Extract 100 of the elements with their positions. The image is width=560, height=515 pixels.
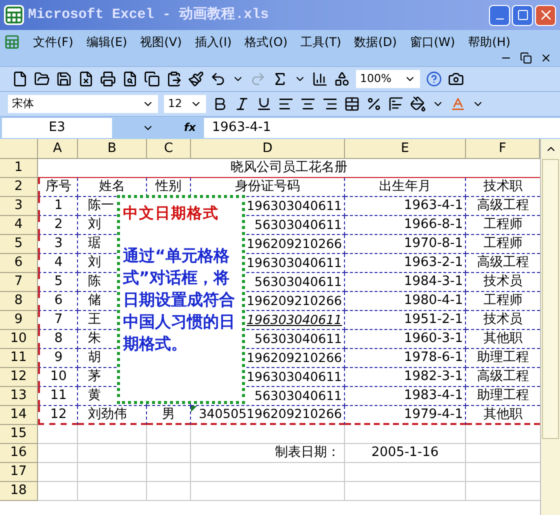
camera-icon[interactable] — [448, 71, 464, 87]
paste-icon[interactable] — [166, 71, 182, 87]
font-combo[interactable]: 宋体 — [8, 95, 158, 113]
column-header[interactable]: B — [78, 139, 147, 159]
empty-cell[interactable] — [147, 482, 191, 501]
empty-cell[interactable] — [345, 482, 466, 501]
menu-item[interactable]: 编辑(E) — [86, 33, 128, 51]
row-header[interactable]: 1 — [0, 159, 38, 178]
chart-icon[interactable] — [312, 71, 328, 87]
row-header[interactable]: 15 — [0, 425, 38, 444]
column-header[interactable]: A — [38, 139, 78, 159]
empty-cell[interactable] — [191, 425, 345, 444]
row-header[interactable]: 9 — [0, 311, 38, 330]
row-header[interactable]: 10 — [0, 330, 38, 349]
menu-item[interactable]: 文件(F) — [33, 33, 74, 51]
table-cell-text: 196209210266 — [246, 292, 343, 310]
row-header[interactable]: 6 — [0, 254, 38, 273]
table-cell-text: 56303040611 — [254, 216, 343, 234]
formula-field[interactable]: 1963-4-1 — [204, 118, 560, 138]
table-cell-text: 黄 — [87, 387, 102, 405]
percent-icon[interactable] — [366, 96, 382, 112]
row-header[interactable]: 18 — [0, 482, 38, 501]
table-cell-text: 196209210266 — [246, 235, 343, 253]
copy-icon[interactable] — [144, 71, 160, 87]
menu-item[interactable]: 插入(I) — [194, 33, 232, 51]
row-header[interactable]: 2 — [0, 178, 38, 197]
empty-cell[interactable] — [191, 482, 345, 501]
open-icon[interactable] — [34, 71, 50, 87]
menu-item[interactable]: 视图(V) — [140, 33, 182, 51]
save-icon[interactable] — [56, 71, 72, 87]
row-header[interactable]: 5 — [0, 235, 38, 254]
undo-icon[interactable] — [210, 71, 226, 87]
empty-cell[interactable] — [191, 463, 345, 482]
align-left-icon[interactable] — [278, 96, 294, 112]
empty-cell[interactable] — [147, 425, 191, 444]
empty-cell[interactable] — [78, 463, 147, 482]
row-header[interactable]: 11 — [0, 349, 38, 368]
table-cell-text: 12 — [49, 406, 68, 423]
restore-icon[interactable] — [520, 52, 532, 64]
table-cell-text: 196303040611 — [246, 311, 343, 329]
menu-item[interactable]: 工具(T) — [300, 33, 342, 51]
row-header[interactable]: 3 — [0, 197, 38, 216]
align-center-icon[interactable] — [300, 96, 316, 112]
menu-item[interactable]: 格式(O) — [244, 33, 288, 51]
footer-date: 2005-1-16 — [371, 444, 439, 462]
fill-color-icon[interactable] — [410, 96, 426, 112]
row-header[interactable]: 8 — [0, 292, 38, 311]
font-color-icon[interactable] — [450, 96, 466, 112]
column-header[interactable]: C — [147, 139, 191, 159]
menu-item[interactable]: 窗口(W) — [410, 33, 456, 51]
table-cell-text: 储 — [87, 292, 102, 310]
print-icon[interactable] — [100, 71, 116, 87]
row-header[interactable]: 7 — [0, 273, 38, 292]
row-header[interactable]: 14 — [0, 406, 38, 425]
row-header[interactable]: 13 — [0, 387, 38, 406]
row-header[interactable]: 4 — [0, 216, 38, 235]
column-header[interactable]: F — [466, 139, 540, 159]
minimize-button[interactable] — [489, 4, 510, 26]
underline-icon[interactable] — [256, 96, 272, 112]
new-icon[interactable] — [12, 71, 28, 87]
empty-cell[interactable] — [147, 444, 191, 463]
empty-cell[interactable] — [78, 425, 147, 444]
help-icon[interactable] — [426, 71, 442, 87]
table-cell-text: 196303040611 — [246, 197, 343, 215]
merge-icon[interactable] — [344, 96, 360, 112]
zoom-combo[interactable]: 100% — [356, 70, 420, 88]
table-cell-text: 1982-3-1 — [402, 368, 464, 386]
font-size-combo[interactable]: 12 — [164, 95, 206, 113]
table-cell-text: 7 — [53, 311, 64, 329]
format-painter-icon[interactable] — [188, 71, 204, 87]
empty-cell[interactable] — [78, 444, 147, 463]
close-button[interactable] — [535, 4, 556, 26]
align-right-icon[interactable] — [322, 96, 338, 112]
table-cell-text: 胡 — [87, 349, 102, 367]
table-cell-text: 高级工程 — [476, 197, 530, 215]
column-header[interactable]: D — [191, 139, 345, 159]
maximize-icon — [516, 9, 528, 21]
print-preview-icon[interactable] — [122, 71, 138, 87]
row-header[interactable]: 12 — [0, 368, 38, 387]
name-box[interactable]: E3 — [2, 118, 112, 138]
table-cell-text: 1979-4-1 — [402, 406, 464, 423]
function-label[interactable]: fx — [184, 120, 204, 136]
menu-item[interactable]: 帮助(H) — [468, 33, 510, 51]
row-header[interactable]: 17 — [0, 463, 38, 482]
workbook-icon[interactable] — [4, 34, 20, 50]
table-cell-text: 56303040611 — [254, 273, 343, 291]
drawing-icon[interactable] — [334, 71, 350, 87]
table-cell-text: 琚 — [87, 235, 102, 253]
row-header[interactable]: 16 — [0, 444, 38, 463]
empty-cell[interactable] — [78, 482, 147, 501]
italic-icon[interactable] — [234, 96, 250, 112]
empty-cell[interactable] — [345, 425, 466, 444]
close-icon[interactable] — [540, 52, 552, 64]
vertical-scrollbar[interactable] — [540, 139, 560, 515]
table-cell-text: 56303040611 — [254, 387, 343, 405]
menu-item[interactable]: 数据(D) — [354, 33, 397, 51]
column-header[interactable]: E — [345, 139, 466, 159]
maximize-button[interactable] — [512, 4, 533, 26]
empty-cell[interactable] — [345, 463, 466, 482]
empty-cell[interactable] — [147, 463, 191, 482]
